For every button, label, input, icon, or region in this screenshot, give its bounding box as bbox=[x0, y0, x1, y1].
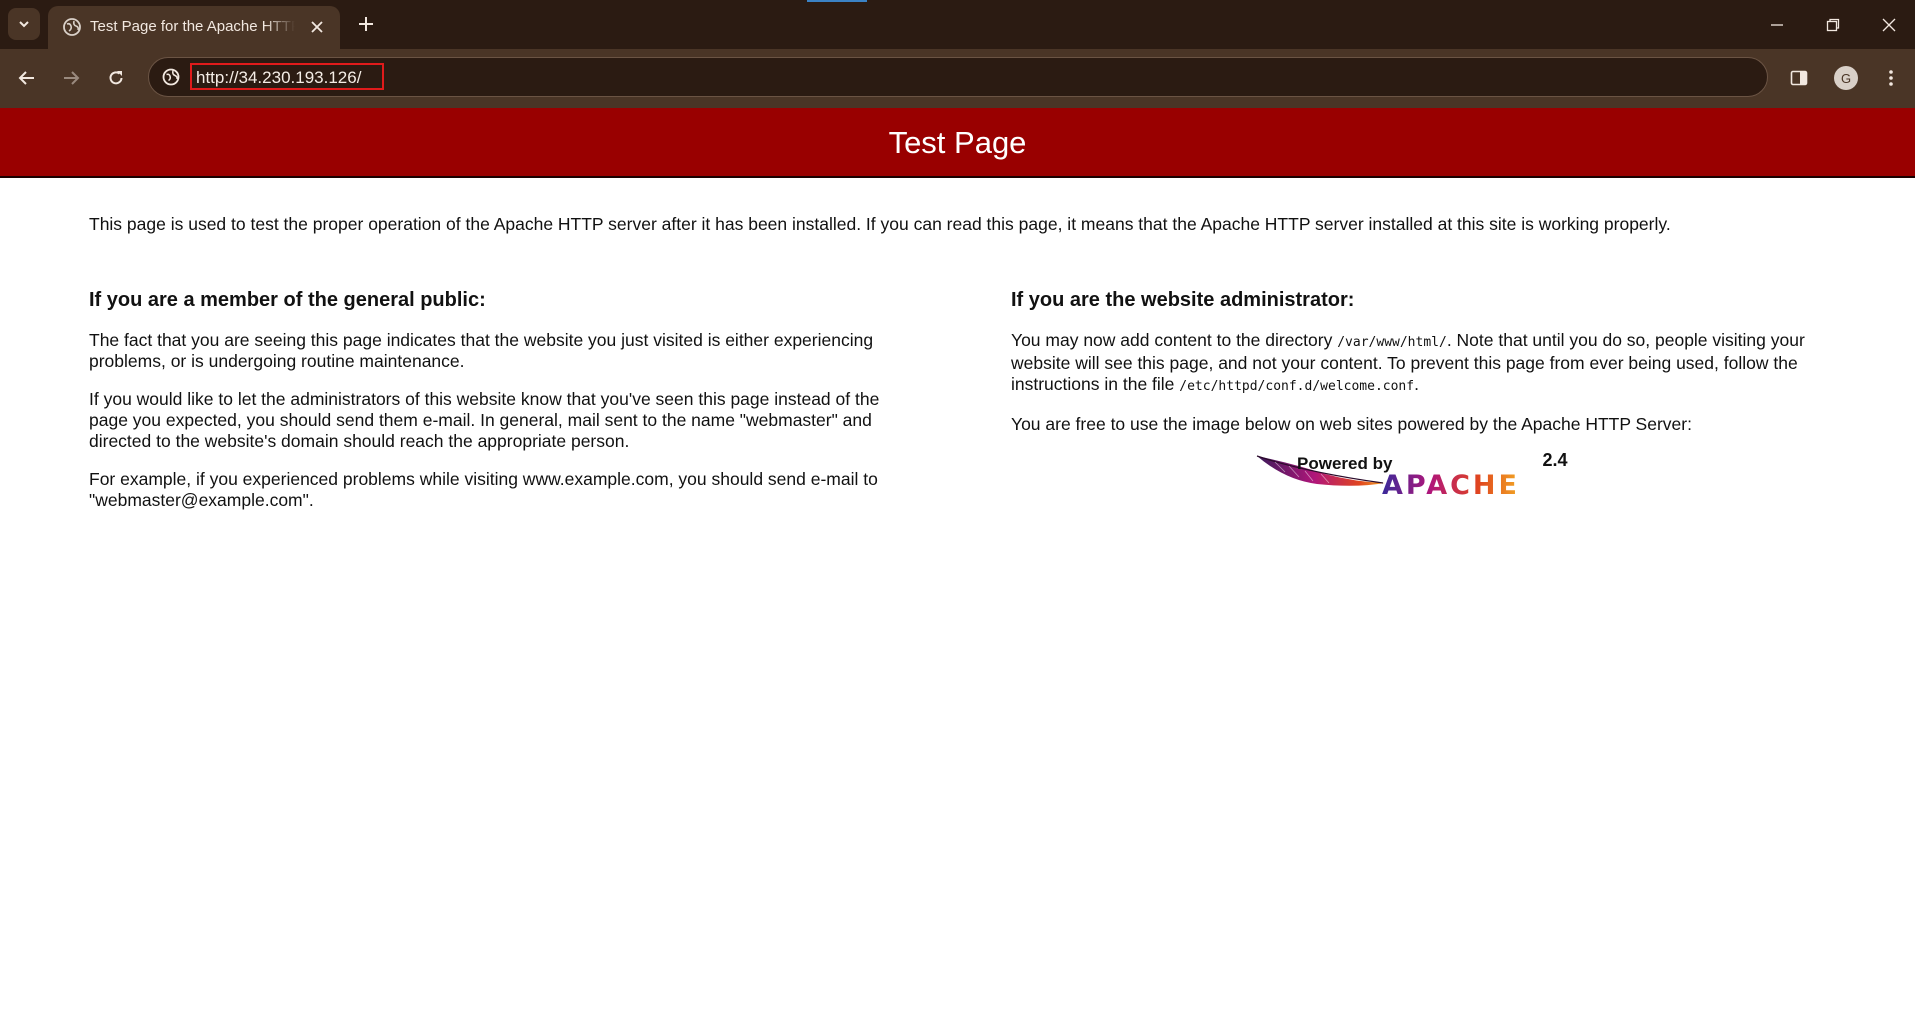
browser-menu-button[interactable] bbox=[1874, 61, 1908, 95]
site-info-icon[interactable] bbox=[161, 67, 181, 87]
top-indicator bbox=[807, 0, 867, 2]
close-icon bbox=[311, 21, 323, 33]
public-paragraph-3: For example, if you experienced problems… bbox=[89, 469, 878, 510]
tab-title: Test Page for the Apache HTTP Server bbox=[90, 18, 295, 35]
arrow-left-icon bbox=[18, 71, 34, 85]
profile-avatar[interactable]: G bbox=[1834, 66, 1858, 90]
browser-toolbar: http://34.230.193.126/ G bbox=[0, 49, 1915, 108]
kebab-menu-icon bbox=[1889, 70, 1893, 86]
minimize-button[interactable] bbox=[1754, 0, 1800, 49]
arrow-right-icon bbox=[64, 71, 80, 85]
apache-brand-text: APACHE bbox=[1382, 470, 1520, 500]
admin-text-c: . bbox=[1414, 374, 1419, 394]
admin-heading: If you are the website administrator: bbox=[1011, 289, 1355, 311]
back-button[interactable] bbox=[10, 61, 44, 95]
welcome-conf-path: /etc/httpd/conf.d/welcome.conf bbox=[1179, 379, 1415, 394]
url-text[interactable]: http://34.230.193.126/ bbox=[196, 68, 361, 88]
tab-search-button[interactable] bbox=[8, 8, 40, 40]
side-panel-button[interactable] bbox=[1782, 61, 1816, 95]
admin-paragraph-1: You may now add content to the directory… bbox=[1011, 330, 1831, 397]
restore-icon bbox=[1826, 18, 1840, 31]
admin-paragraph-2: You are free to use the image below on w… bbox=[1011, 414, 1692, 434]
tab-active[interactable]: Test Page for the Apache HTTP Server bbox=[48, 6, 340, 49]
reload-icon bbox=[109, 71, 123, 85]
page-banner: Test Page bbox=[0, 108, 1915, 178]
close-window-button[interactable] bbox=[1866, 0, 1912, 49]
admin-text-a: You may now add content to the directory bbox=[1011, 330, 1338, 350]
address-bar[interactable]: http://34.230.193.126/ bbox=[148, 57, 1768, 97]
powered-by-apache-logo: Powered by 2.4 APACHE bbox=[1256, 450, 1568, 500]
tab-strip: Test Page for the Apache HTTP Server bbox=[0, 0, 1915, 49]
intro-text: This page is used to test the proper ope… bbox=[89, 214, 1671, 234]
close-icon bbox=[1882, 18, 1896, 31]
globe-icon bbox=[63, 18, 81, 36]
admin-section: If you are the website administrator: Yo… bbox=[1011, 288, 1831, 452]
new-tab-button[interactable] bbox=[352, 10, 380, 38]
forward-button[interactable] bbox=[54, 61, 88, 95]
public-paragraph-1: The fact that you are seeing this page i… bbox=[89, 330, 874, 371]
plus-icon bbox=[359, 17, 373, 31]
public-heading: If you are a member of the general publi… bbox=[89, 289, 486, 311]
reload-button[interactable] bbox=[99, 61, 133, 95]
chevron-down-icon bbox=[19, 21, 29, 28]
page-title: Test Page bbox=[888, 125, 1027, 160]
public-paragraph-2: If you would like to let the administrat… bbox=[89, 389, 880, 451]
side-panel-icon bbox=[1790, 70, 1808, 86]
minimize-icon bbox=[1771, 23, 1783, 26]
powered-by-text: Powered by bbox=[1297, 454, 1393, 473]
tab-close-button[interactable] bbox=[306, 16, 328, 38]
document-root-path: /var/www/html/ bbox=[1337, 335, 1447, 350]
url-highlight: http://34.230.193.126/ bbox=[190, 63, 384, 90]
public-section: If you are a member of the general publi… bbox=[89, 288, 909, 528]
apache-version-text: 2.4 bbox=[1542, 450, 1567, 470]
restore-button[interactable] bbox=[1810, 0, 1856, 49]
